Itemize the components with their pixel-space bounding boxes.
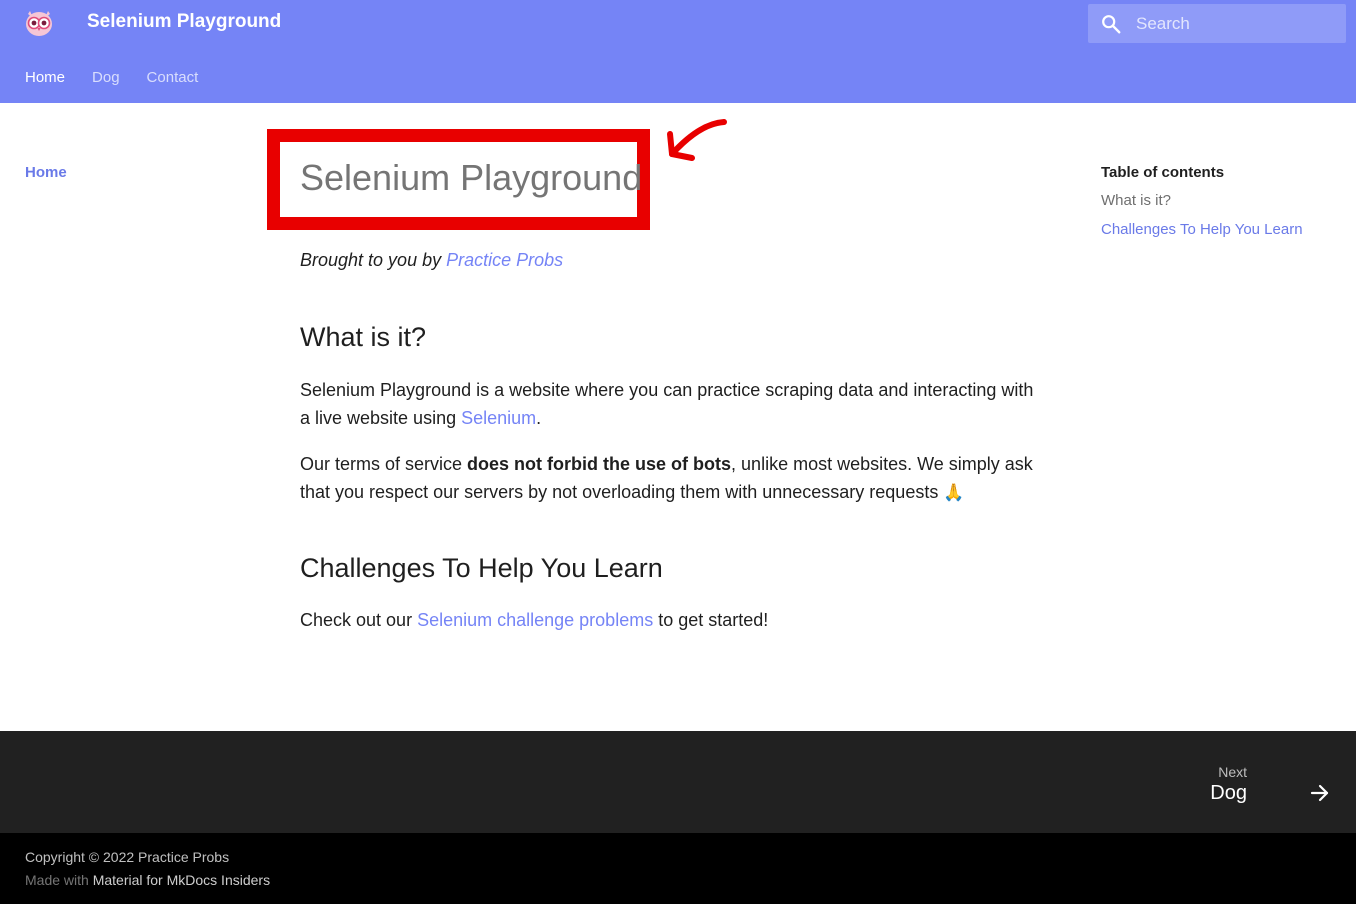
made-with-text: Made with Material for MkDocs Insiders xyxy=(25,872,270,888)
tab-dog[interactable]: Dog xyxy=(92,69,120,86)
search-input[interactable] xyxy=(1124,4,1340,43)
page-title: Selenium Playground xyxy=(300,157,643,198)
red-arrow-annotation-icon xyxy=(664,116,728,164)
left-nav-item-home[interactable]: Home xyxy=(25,164,67,181)
heading-what-is-it: What is it? xyxy=(300,322,427,352)
challenge-problems-link[interactable]: Selenium challenge problems xyxy=(417,610,653,630)
tab-contact[interactable]: Contact xyxy=(147,69,199,86)
material-mkdocs-link[interactable]: Material for MkDocs Insiders xyxy=(93,872,270,888)
owl-logo-icon[interactable] xyxy=(24,9,54,37)
byline: Brought to you by Practice Probs xyxy=(300,250,563,271)
intro-period: . xyxy=(536,408,542,428)
praying-hands-icon: 🙏 xyxy=(943,483,965,502)
search-icon[interactable] xyxy=(1100,13,1122,35)
site-title[interactable]: Selenium Playground xyxy=(87,11,281,33)
search-box[interactable] xyxy=(1088,4,1346,43)
left-nav: Home xyxy=(25,164,67,182)
intro-paragraph: Selenium Playground is a website where y… xyxy=(300,376,1045,432)
byline-prefix: Brought to you by xyxy=(300,250,447,270)
toc-item-challenges[interactable]: Challenges To Help You Learn xyxy=(1101,221,1303,238)
next-label: Next xyxy=(1218,764,1247,780)
heading-challenges: Challenges To Help You Learn xyxy=(300,553,663,583)
next-page-link[interactable]: Next Dog xyxy=(1192,761,1332,811)
made-with-prefix: Made with xyxy=(25,872,93,888)
terms-paragraph: Our terms of service does not forbid the… xyxy=(300,450,1045,507)
top-tabs: Home Dog Contact xyxy=(25,69,225,86)
header-bar: Selenium Playground Home Dog Contact xyxy=(0,0,1356,103)
tab-home[interactable]: Home xyxy=(25,69,65,86)
toc-title: Table of contents xyxy=(1101,164,1225,181)
footer-meta: Copyright © 2022 Practice Probs Made wit… xyxy=(0,833,1356,904)
toc-item-what-is-it[interactable]: What is it? xyxy=(1101,192,1303,209)
table-of-contents: Table of contents What is it? Challenges… xyxy=(1101,164,1303,250)
next-page-title: Dog xyxy=(1210,782,1247,804)
challenges-paragraph: Check out our Selenium challenge problem… xyxy=(300,606,1045,634)
practice-probs-link[interactable]: Practice Probs xyxy=(446,250,563,270)
challenges-suffix: to get started! xyxy=(653,610,769,630)
terms-bold-text: does not forbid the use of bots xyxy=(467,454,732,474)
selenium-link[interactable]: Selenium xyxy=(461,408,536,428)
terms-prefix: Our terms of service xyxy=(300,454,468,474)
challenges-prefix: Check out our xyxy=(300,610,418,630)
intro-text: Selenium Playground is a website where y… xyxy=(300,380,1034,428)
arrow-right-icon xyxy=(1308,781,1332,805)
copyright-text: Copyright © 2022 Practice Probs xyxy=(25,849,230,865)
footer-navigation: Next Dog xyxy=(0,731,1356,833)
